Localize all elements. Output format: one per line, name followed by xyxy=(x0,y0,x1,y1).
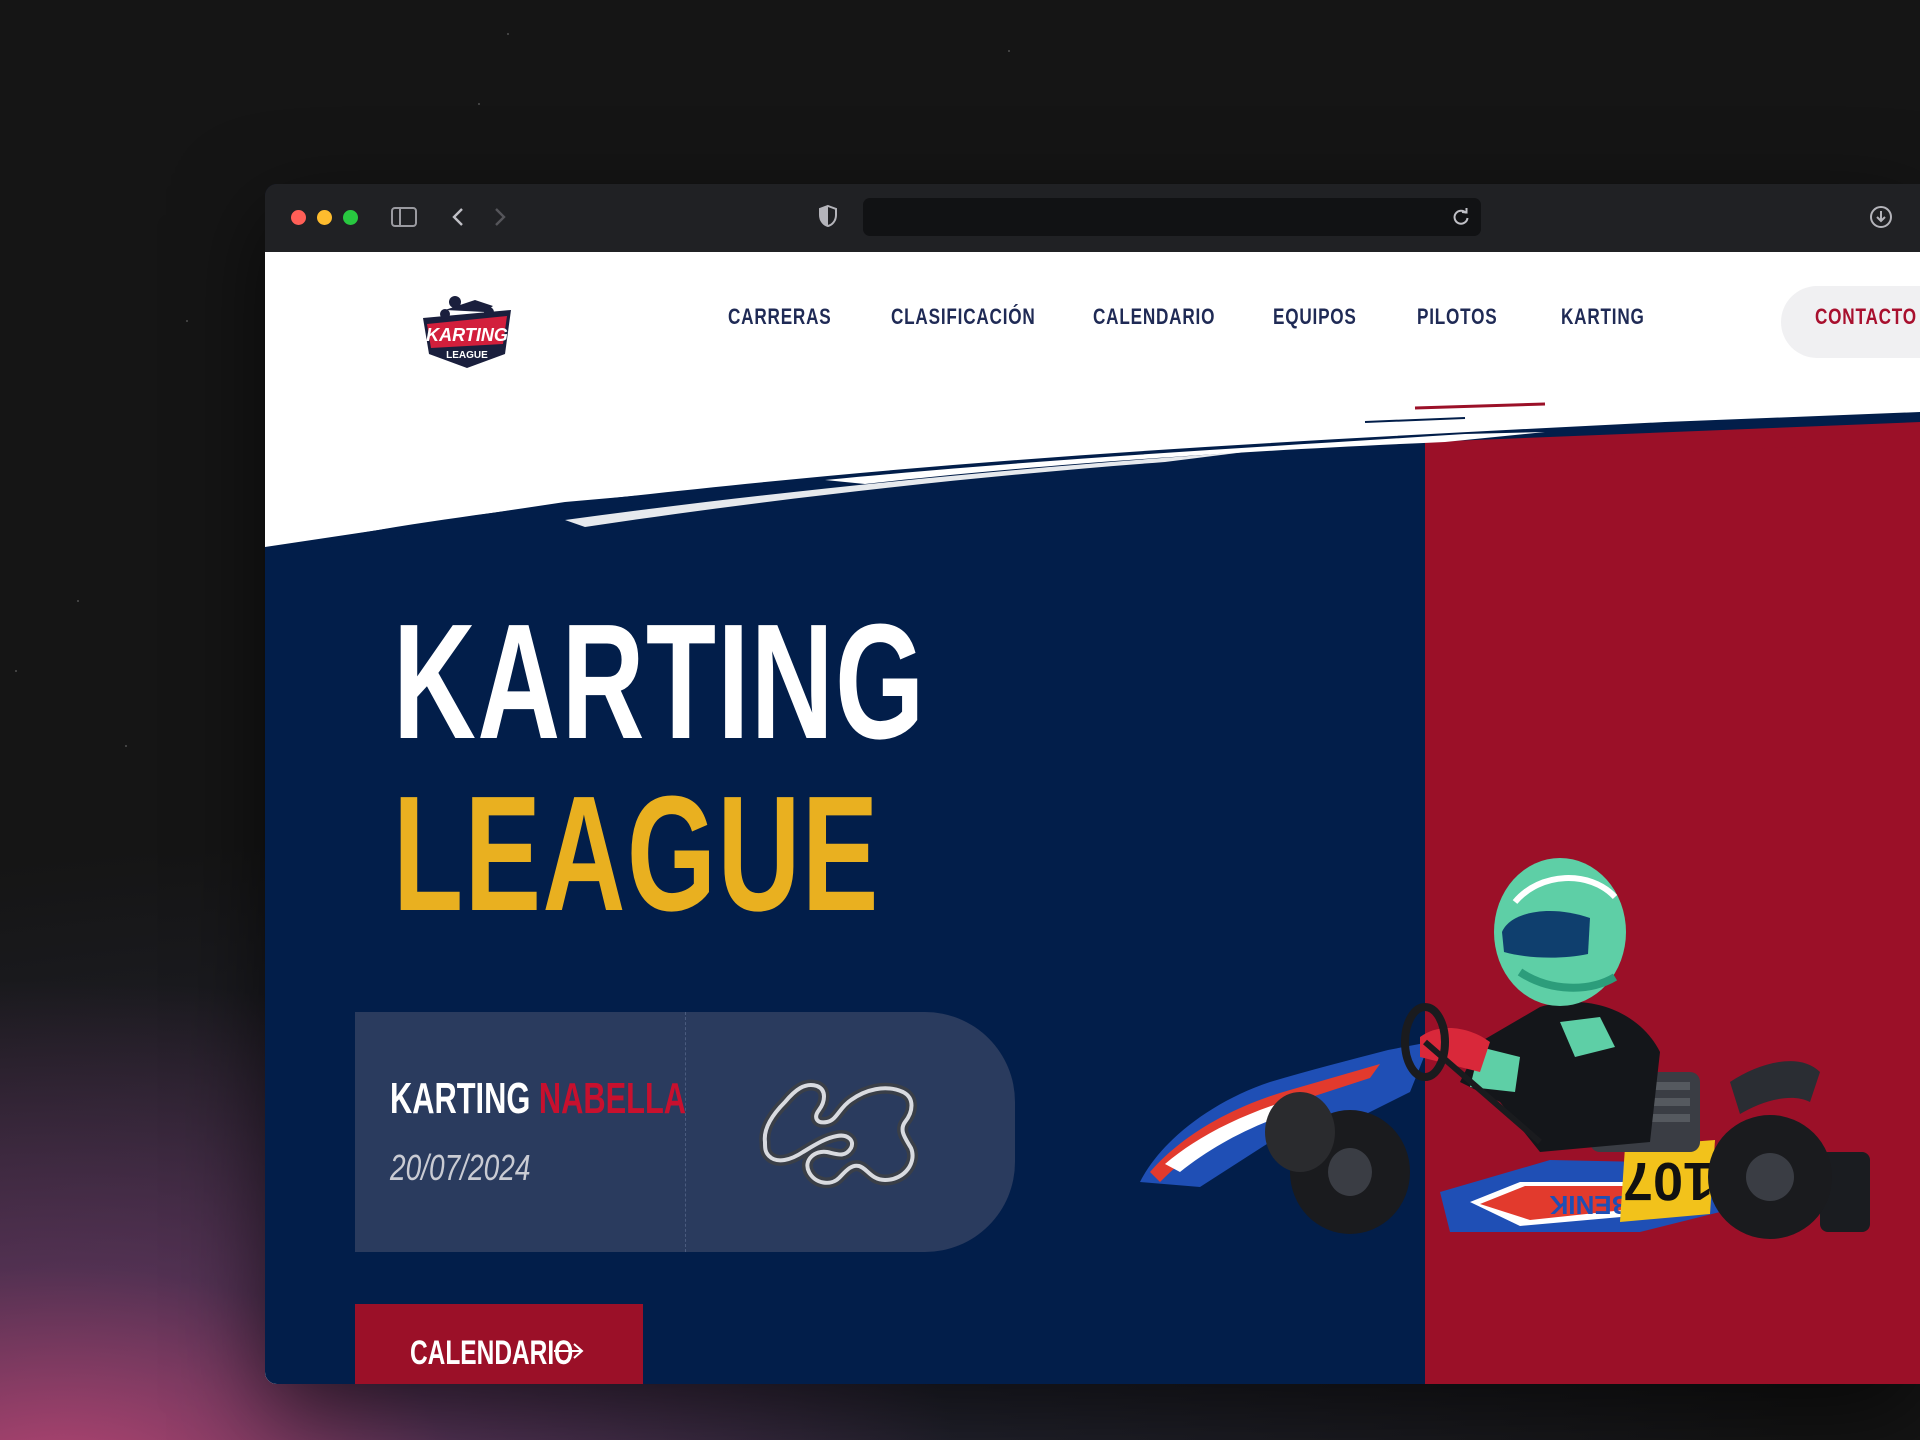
hero-title-line2: LEAGUE xyxy=(393,762,880,945)
contact-button-label[interactable]: CONTACTO xyxy=(1815,304,1917,330)
sidebar-toggle-icon[interactable] xyxy=(391,206,417,232)
background-star xyxy=(478,103,480,105)
zoom-window-button[interactable] xyxy=(343,210,358,225)
svg-text:LEAGUE: LEAGUE xyxy=(446,350,488,361)
background-star xyxy=(1008,50,1010,52)
nav-link-equipos[interactable]: EQUIPOS xyxy=(1273,304,1357,330)
close-window-button[interactable] xyxy=(291,210,306,225)
svg-text:KARTING: KARTING xyxy=(426,325,508,345)
race-date: 20/07/2024 xyxy=(390,1147,531,1188)
card-divider xyxy=(685,1012,686,1252)
track-layout-icon xyxy=(759,1079,918,1189)
background-star xyxy=(125,745,127,747)
browser-window: KARTING LEAGUE CARRERAS CLASIFICACIÓN CA… xyxy=(265,184,1920,1384)
hero-title-line1: KARTING xyxy=(393,590,926,773)
privacy-shield-icon[interactable] xyxy=(818,204,838,232)
address-bar[interactable] xyxy=(863,198,1481,236)
nav-link-karting[interactable]: KARTING xyxy=(1561,304,1645,330)
karting-league-logo[interactable]: KARTING LEAGUE xyxy=(415,288,519,372)
calendar-cta-button[interactable]: CALENDARIO xyxy=(355,1304,643,1384)
race-name-prefix: KARTING xyxy=(390,1074,531,1123)
arrow-right-icon xyxy=(554,1343,584,1359)
race-name-venue: NABELLA xyxy=(538,1074,687,1123)
svg-text:BENIK: BENIK xyxy=(1549,1190,1630,1220)
svg-text:107: 107 xyxy=(1623,1151,1713,1211)
nav-link-carreras[interactable]: CARRERAS xyxy=(728,304,831,330)
next-race-card[interactable]: KARTING NABELLA 20/07/2024 xyxy=(355,1012,1015,1252)
background-star xyxy=(15,670,17,672)
nav-link-calendario[interactable]: CALENDARIO xyxy=(1093,304,1215,330)
downloads-icon[interactable] xyxy=(1869,205,1893,233)
web-page: KARTING LEAGUE CARRERAS CLASIFICACIÓN CA… xyxy=(265,252,1920,1384)
nav-link-pilotos[interactable]: PILOTOS xyxy=(1417,304,1497,330)
site-navbar: KARTING LEAGUE CARRERAS CLASIFICACIÓN CA… xyxy=(265,252,1920,392)
reload-icon[interactable] xyxy=(1451,207,1471,231)
back-icon[interactable] xyxy=(450,206,466,232)
go-kart-driver-image: BENIK 107 xyxy=(1140,858,1870,1239)
forward-icon[interactable] xyxy=(492,206,508,232)
background-star xyxy=(77,600,79,602)
race-name: KARTING NABELLA xyxy=(390,1074,686,1124)
calendar-cta-label[interactable]: CALENDARIO xyxy=(410,1334,573,1373)
nav-link-clasificacion[interactable]: CLASIFICACIÓN xyxy=(891,304,1036,330)
logo-emblem-icon: KARTING LEAGUE xyxy=(423,296,511,368)
background-star xyxy=(186,320,188,322)
minimize-window-button[interactable] xyxy=(317,210,332,225)
browser-toolbar xyxy=(265,184,1920,253)
background-star xyxy=(507,33,509,35)
